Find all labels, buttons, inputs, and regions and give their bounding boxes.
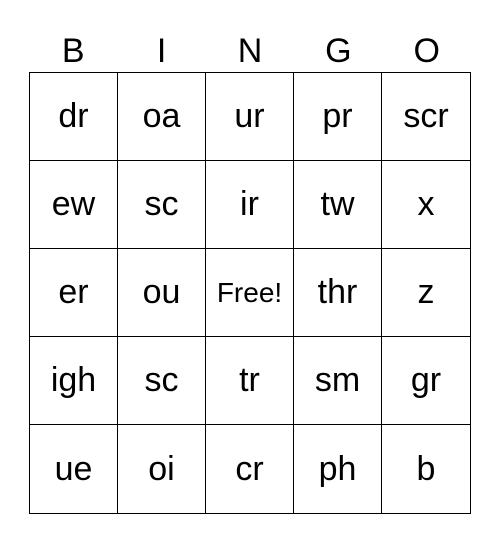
bingo-header: B I N G O: [29, 30, 471, 72]
header-letter-b: B: [61, 32, 85, 70]
bingo-cell[interactable]: thr: [294, 249, 382, 337]
bingo-cell[interactable]: sm: [294, 337, 382, 425]
bingo-cell[interactable]: sc: [118, 337, 206, 425]
bingo-cell[interactable]: oa: [118, 73, 206, 161]
header-letter-i: I: [156, 32, 167, 70]
bingo-cell[interactable]: z: [382, 249, 470, 337]
bingo-cell[interactable]: igh: [30, 337, 118, 425]
bingo-cell[interactable]: pr: [294, 73, 382, 161]
bingo-cell[interactable]: tw: [294, 161, 382, 249]
bingo-cell[interactable]: gr: [382, 337, 470, 425]
free-cell[interactable]: Free!: [206, 249, 294, 337]
bingo-cell[interactable]: ur: [206, 73, 294, 161]
bingo-cell[interactable]: scr: [382, 73, 470, 161]
bingo-cell[interactable]: cr: [206, 425, 294, 513]
bingo-cell[interactable]: ew: [30, 161, 118, 249]
bingo-cell[interactable]: x: [382, 161, 470, 249]
header-letter-n: N: [237, 32, 263, 70]
bingo-cell[interactable]: oi: [118, 425, 206, 513]
bingo-cell[interactable]: ir: [206, 161, 294, 249]
bingo-cell[interactable]: er: [30, 249, 118, 337]
header-letter-o: O: [413, 32, 440, 70]
bingo-cell[interactable]: dr: [30, 73, 118, 161]
bingo-grid: dr oa ur pr scr ew sc ir tw x er ou Free! thr z igh sc tr…: [29, 72, 471, 514]
bingo-cell[interactable]: tr: [206, 337, 294, 425]
bingo-cell[interactable]: ph: [294, 425, 382, 513]
header-letter-g: G: [325, 32, 352, 70]
bingo-cell[interactable]: sc: [118, 161, 206, 249]
bingo-cell[interactable]: ue: [30, 425, 118, 513]
bingo-cell[interactable]: b: [382, 425, 470, 513]
bingo-cell[interactable]: ou: [118, 249, 206, 337]
